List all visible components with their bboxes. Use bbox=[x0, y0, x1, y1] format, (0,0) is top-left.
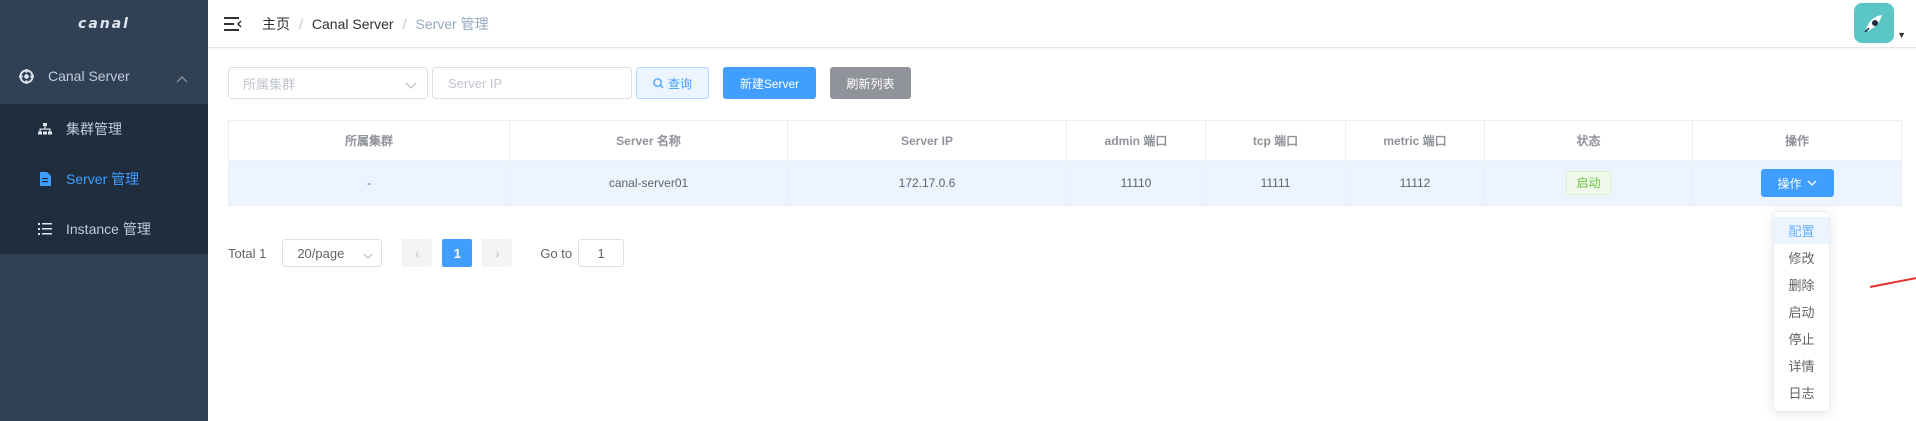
chevron-left-icon: ‹ bbox=[414, 245, 420, 261]
dropdown-item-config[interactable]: 配置 bbox=[1774, 217, 1829, 244]
menu-group-canal-server: Canal Server 集群管理 Server 管理 Instance 管理 bbox=[0, 48, 208, 254]
logo-text: canal bbox=[78, 16, 130, 32]
navbar: 主页 / Canal Server / Server 管理 ▼ bbox=[208, 0, 1916, 48]
next-page-button[interactable]: › bbox=[482, 239, 513, 267]
sidebar-item-label: 集群管理 bbox=[66, 121, 122, 137]
refresh-list-button[interactable]: 刷新列表 bbox=[830, 67, 911, 99]
settings-icon bbox=[18, 68, 34, 84]
goto-label: Go to bbox=[540, 245, 573, 261]
sidebar-item-label: Server 管理 bbox=[66, 171, 140, 187]
column-header: metric 端口 bbox=[1345, 120, 1485, 161]
breadcrumb: 主页 / Canal Server / Server 管理 bbox=[262, 14, 489, 34]
breadcrumb-canal-server[interactable]: Canal Server bbox=[312, 16, 394, 32]
cluster-select-placeholder: 所属集群 bbox=[243, 76, 296, 92]
server-ip-placeholder: Server IP bbox=[448, 75, 503, 91]
app-logo[interactable]: canal bbox=[0, 0, 208, 48]
cluster-select[interactable]: 所属集群 bbox=[228, 67, 428, 99]
column-header: 所属集群 bbox=[228, 120, 510, 161]
new-server-button[interactable]: 新建Server bbox=[723, 67, 816, 99]
submenu-canal-server[interactable]: Canal Server bbox=[0, 48, 208, 104]
chevron-up-icon bbox=[176, 70, 188, 86]
status-badge: 启动 bbox=[1566, 171, 1611, 195]
column-header: 操作 bbox=[1692, 120, 1902, 161]
breadcrumb-current: Server 管理 bbox=[415, 15, 489, 32]
main-content: 所属集群 Server IP 查询 新建Server 刷新列表 所属集群 Ser… bbox=[208, 49, 1916, 421]
sidebar-item-server[interactable]: Server 管理 bbox=[0, 154, 208, 204]
dropdown-item-stop[interactable]: 停止 bbox=[1774, 325, 1829, 352]
filter-bar: 所属集群 Server IP 查询 新建Server 刷新列表 bbox=[228, 67, 911, 99]
annotation-arrow-icon bbox=[1869, 277, 1916, 288]
cell-tcp-port: 11111 bbox=[1205, 160, 1346, 206]
caret-down-icon[interactable]: ▼ bbox=[1897, 30, 1906, 40]
table-header-row: 所属集群 Server 名称 Server IP admin 端口 tcp 端口… bbox=[228, 120, 1902, 161]
server-table: 所属集群 Server 名称 Server IP admin 端口 tcp 端口… bbox=[228, 120, 1902, 206]
hamburger-icon[interactable] bbox=[224, 15, 242, 33]
new-server-label: 新建Server bbox=[739, 76, 800, 91]
dropdown-item-details[interactable]: 详情 bbox=[1774, 352, 1829, 379]
actions-button-label: 操作 bbox=[1777, 176, 1802, 191]
avatar[interactable] bbox=[1854, 3, 1894, 43]
column-header: admin 端口 bbox=[1066, 120, 1206, 161]
list-icon bbox=[38, 222, 52, 236]
query-button[interactable]: 查询 bbox=[636, 67, 709, 99]
breadcrumb-home[interactable]: 主页 bbox=[262, 14, 290, 34]
chevron-down-icon bbox=[363, 248, 373, 263]
chevron-right-icon: › bbox=[494, 245, 500, 261]
cell-actions: 操作 bbox=[1692, 160, 1902, 206]
chevron-down-icon bbox=[1807, 180, 1817, 187]
actions-dropdown-menu: 配置 修改 删除 启动 停止 详情 日志 bbox=[1773, 211, 1830, 412]
column-header: Server IP bbox=[787, 120, 1067, 161]
cell-admin-port: 11110 bbox=[1066, 160, 1206, 206]
column-header: Server 名称 bbox=[509, 120, 788, 161]
avatar-image-icon bbox=[1864, 15, 1882, 33]
cell-metric-port: 11112 bbox=[1345, 160, 1485, 206]
cell-server-name: canal-server01 bbox=[509, 160, 788, 206]
dropdown-item-delete[interactable]: 删除 bbox=[1774, 271, 1829, 298]
page-number-current[interactable]: 1 bbox=[442, 239, 473, 267]
breadcrumb-separator: / bbox=[299, 15, 303, 32]
prev-page-button[interactable]: ‹ bbox=[402, 239, 433, 267]
server-ip-input[interactable]: Server IP bbox=[432, 67, 632, 99]
breadcrumb-separator: / bbox=[402, 15, 407, 32]
sidebar-item-cluster[interactable]: 集群管理 bbox=[0, 104, 208, 154]
sidebar-item-label: Instance 管理 bbox=[66, 221, 151, 237]
query-button-label: 查询 bbox=[667, 76, 692, 91]
cluster-icon bbox=[38, 122, 52, 136]
cell-server-ip: 172.17.0.6 bbox=[787, 160, 1067, 206]
column-header: 状态 bbox=[1484, 120, 1693, 161]
cell-cluster: - bbox=[228, 160, 510, 206]
dropdown-item-edit[interactable]: 修改 bbox=[1774, 244, 1829, 271]
sidebar: canal Canal Server 集群管理 Server 管理 Instan… bbox=[0, 0, 208, 421]
refresh-list-label: 刷新列表 bbox=[846, 76, 895, 91]
pagination: Total 1 20/page ‹ 1 › Go to 1 bbox=[228, 239, 625, 267]
goto-page-value: 1 bbox=[597, 245, 605, 261]
column-header: tcp 端口 bbox=[1205, 120, 1346, 161]
search-icon bbox=[653, 77, 664, 89]
pagination-total: Total 1 bbox=[228, 245, 267, 261]
sidebar-item-instance[interactable]: Instance 管理 bbox=[0, 204, 208, 254]
page-size-select[interactable]: 20/page bbox=[282, 239, 383, 267]
chevron-down-icon bbox=[405, 78, 417, 93]
dropdown-item-logs[interactable]: 日志 bbox=[1774, 379, 1829, 406]
goto-page-input[interactable]: 1 bbox=[578, 239, 625, 267]
submenu-label: Canal Server bbox=[48, 68, 130, 84]
document-icon bbox=[38, 172, 52, 186]
page-size-value: 20/page bbox=[297, 245, 345, 261]
table-row[interactable]: - canal-server01 172.17.0.6 11110 11111 … bbox=[228, 160, 1902, 206]
actions-dropdown-button[interactable]: 操作 bbox=[1760, 169, 1834, 197]
dropdown-item-start[interactable]: 启动 bbox=[1774, 298, 1829, 325]
cell-status: 启动 bbox=[1484, 160, 1693, 206]
